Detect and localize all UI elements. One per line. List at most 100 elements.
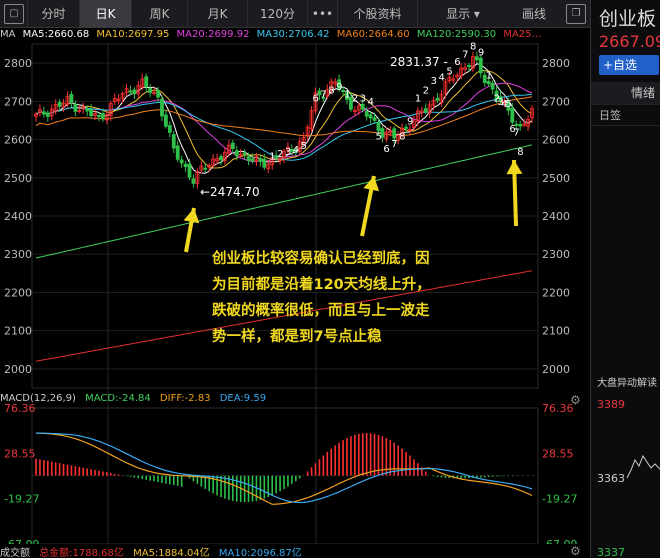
count-label: 9 (407, 116, 413, 127)
candle-body (518, 124, 523, 127)
candle-body (376, 121, 381, 132)
annotation-line-4: 势一样，都是到7号点止稳 (212, 329, 382, 345)
count-label: 7 (513, 128, 519, 139)
count-label: 8 (328, 86, 334, 97)
count-label: 6 (312, 93, 318, 104)
y-tick-right: 2800 (542, 57, 570, 70)
candle-body (246, 156, 251, 161)
candle-body (478, 57, 483, 74)
candle-body (435, 97, 440, 101)
candle-body (171, 134, 176, 149)
volume-title: 成交额 (0, 548, 30, 558)
count-label: 7 (320, 90, 326, 101)
count-label: 3 (431, 76, 437, 87)
candle-body (250, 158, 255, 162)
total-amount: 总金额:1788.68亿 (39, 548, 124, 558)
macd-tick-right: 76.36 (542, 402, 574, 415)
candle-body (128, 90, 133, 93)
volume-ma5: MA5:1884.04亿 (133, 548, 210, 558)
y-tick-right: 2200 (542, 286, 570, 299)
y-tick-left: 2500 (4, 172, 32, 185)
count-label: 7 (391, 139, 397, 150)
candle-body (242, 152, 247, 155)
candle-body (404, 126, 408, 129)
index-price: 2667.09 (599, 32, 660, 51)
count-label: 2 (352, 93, 358, 104)
index-name: 创业板 (599, 8, 657, 30)
daily-sign-row[interactable]: 日签 (591, 104, 660, 126)
count-label: 8 (517, 147, 523, 158)
macd-header: MACD(12,26,9) MACD:-24.84 DIFF:-2.83 DEA… (0, 393, 272, 407)
add-watchlist-button[interactable]: +自选 (599, 55, 659, 75)
candle-body (164, 114, 168, 127)
candle-body (372, 117, 377, 121)
macd-tick-right: 28.55 (542, 447, 574, 460)
candle-body (219, 156, 223, 161)
candle-body (73, 104, 78, 112)
y-tick-right: 2700 (542, 95, 570, 108)
candle-body (191, 178, 196, 184)
count-label: 1 (486, 70, 492, 81)
annotation-text: 创业板比较容易确认已经到底，因 为目前都是沿着120天均线上升， 跌破的概率很低… (212, 246, 512, 350)
y-tick-right: 2300 (542, 248, 570, 261)
annotation-line-2: 为目前都是沿着120天均线上升， (212, 277, 431, 293)
count-label: 1 (415, 93, 421, 104)
count-label: 8 (399, 132, 405, 143)
macd-settings-icon[interactable]: ⚙ (570, 393, 581, 407)
candle-body (101, 113, 105, 120)
mini-intraday-chart (626, 454, 660, 479)
count-label: 9 (336, 82, 342, 93)
y-tick-right: 2000 (542, 363, 570, 376)
count-label: 5 (505, 99, 511, 110)
high-price-label: 2831.37 - (390, 55, 448, 69)
volume-settings-icon[interactable]: ⚙ (570, 544, 581, 558)
count-label: 1 (269, 151, 275, 162)
count-label: 4 (293, 145, 299, 156)
candle-body (368, 114, 373, 119)
macd-tick-left: 28.55 (4, 447, 36, 460)
candle-body (486, 80, 491, 85)
count-label: 3 (360, 93, 366, 104)
annotation-arrowhead (363, 176, 380, 192)
volume-ma10: MA10:2096.87亿 (218, 548, 302, 558)
quote-sidebar: 创业板 2667.09 +自选 情绪 日签 大盘异动解读 3389 3363 3… (590, 0, 660, 558)
tab-sentiment[interactable]: 情绪 (591, 82, 660, 104)
y-tick-left: 2800 (4, 57, 32, 70)
macd-value: MACD:-24.84 (85, 393, 151, 404)
candle-body (262, 158, 267, 168)
count-label: 3 (285, 147, 291, 158)
candle-body (69, 94, 74, 103)
macd-tick-right: -19.27 (542, 493, 577, 506)
count-label: 2 (423, 86, 429, 97)
candle-body (467, 65, 471, 68)
count-label: 4 (368, 97, 374, 108)
candle-body (97, 115, 101, 118)
annotation-line-1: 创业板比较容易确认已经到底，因 (212, 251, 430, 267)
low-price-label: ←2474.70 (200, 185, 260, 199)
candle-body (490, 82, 495, 90)
candle-body (230, 142, 235, 149)
candle-body (175, 145, 180, 160)
y-tick-left: 2600 (4, 134, 32, 147)
candle-body (360, 103, 365, 110)
candle-body (234, 150, 239, 157)
count-label: 7 (462, 49, 468, 60)
candle-body (167, 125, 172, 133)
dea-line (35, 432, 533, 504)
candle-body (423, 108, 428, 113)
y-tick-left: 2100 (4, 325, 32, 338)
candle-body (510, 107, 515, 123)
candle-body (144, 76, 149, 88)
macd-title: MACD(12,26,9) (0, 393, 76, 404)
diff-line (35, 432, 533, 505)
y-tick-left: 2700 (4, 95, 32, 108)
candle-body (160, 98, 164, 117)
market-anomaly-title: 大盘异动解读 (597, 378, 657, 389)
count-label: 4 (438, 72, 444, 83)
candle-body (203, 167, 208, 170)
count-label: 1 (344, 90, 350, 101)
count-label: 8 (470, 41, 476, 52)
y-tick-left: 2000 (4, 363, 32, 376)
count-label: 9 (478, 47, 484, 58)
count-label: 5 (301, 141, 307, 152)
